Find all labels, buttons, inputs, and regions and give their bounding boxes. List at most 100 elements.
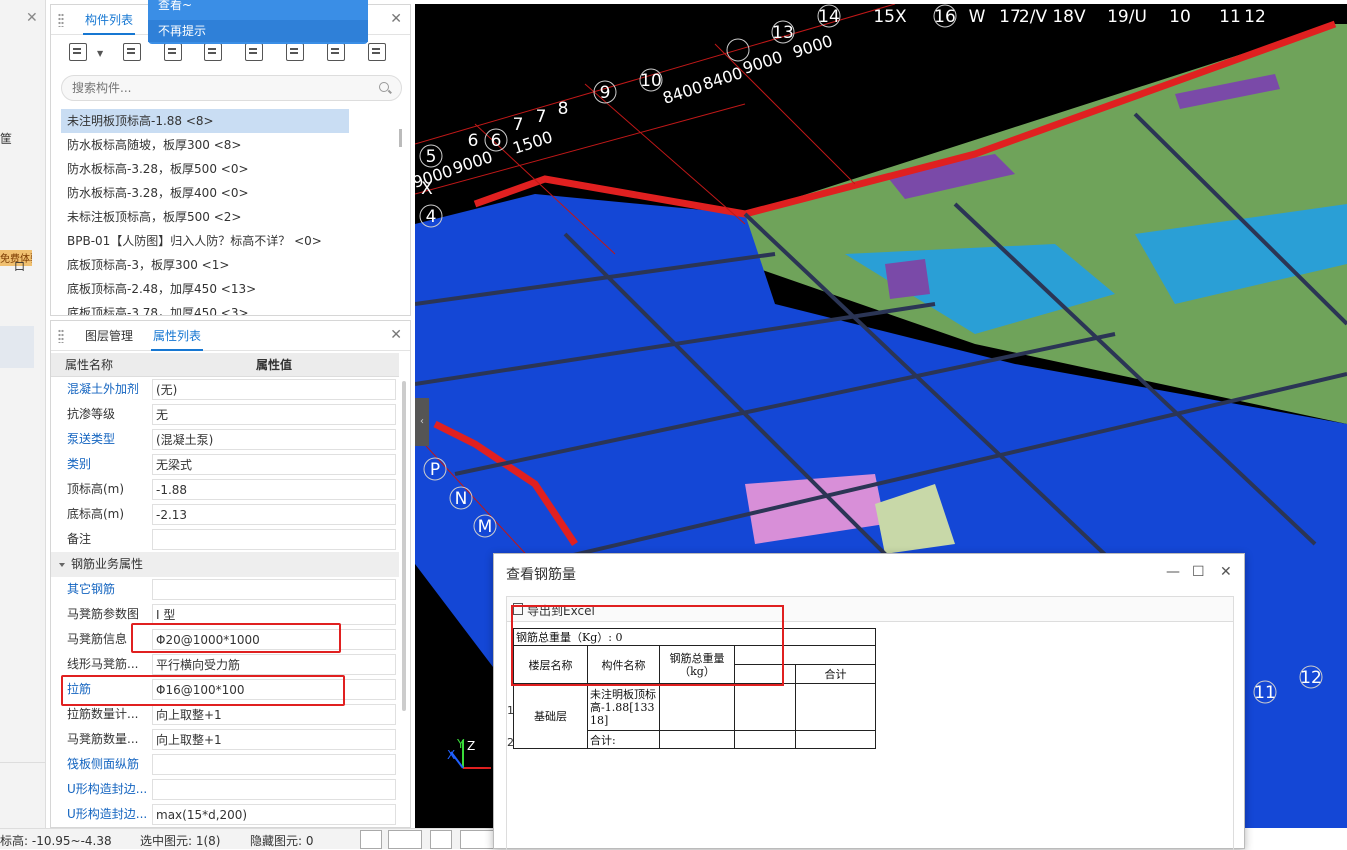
purple-area[interactable] (885, 259, 930, 299)
attribute-row[interactable]: 马凳筋数量... 向上取整+1 (51, 727, 399, 752)
attribute-name[interactable]: U形构造封边... (67, 777, 151, 802)
list-item[interactable]: 防水板标高-3.28，板厚400 <0> (61, 181, 401, 205)
attribute-name[interactable]: 类别 (67, 452, 151, 477)
copy-icon[interactable] (123, 43, 141, 61)
snap-corner-button[interactable] (360, 830, 382, 849)
attribute-name[interactable]: U形构造封边... (67, 802, 151, 827)
settings-icon[interactable] (368, 43, 386, 61)
attribute-name: 线形马凳筋... (67, 657, 139, 671)
attribute-value-field[interactable]: -1.88 (152, 479, 396, 500)
attribute-panel: 图层管理 属性列表 ✕ 属性名称 属性值 混凝土外加剂 (无) 抗渗等级无泵送类型(… (50, 320, 411, 828)
attribute-name[interactable]: 其它钢筋 (67, 577, 151, 602)
chevron-down-icon[interactable] (59, 563, 65, 567)
attribute-value-field[interactable]: (无) (152, 379, 396, 400)
list-item[interactable]: 底板顶标高-3，板厚300 <1> (61, 253, 401, 277)
attribute-value-field[interactable] (152, 754, 396, 775)
drag-handle-icon[interactable] (58, 13, 64, 27)
axis-label: 4 (426, 207, 437, 227)
axis-label: 7 (513, 115, 524, 135)
attribute-value-field[interactable]: I 型 (152, 604, 396, 625)
sum-cell[interactable] (795, 683, 876, 731)
attribute-value-field[interactable]: 无梁式 (152, 454, 396, 475)
list-scrollbar[interactable] (399, 129, 402, 147)
attribute-row[interactable]: 备注 (51, 527, 399, 552)
tip-text[interactable]: 查看~ (158, 0, 192, 13)
attribute-name[interactable]: 泵送类型 (67, 427, 151, 452)
filter-icon[interactable] (245, 43, 263, 61)
attribute-value-field[interactable] (152, 529, 396, 550)
axis-label: 19/U (1107, 7, 1147, 27)
select-mode-button[interactable] (388, 830, 422, 849)
search-input[interactable] (62, 76, 362, 100)
list-item[interactable]: 底板顶标高-2.48，加厚450 <13> (61, 277, 401, 301)
attribute-row[interactable]: 其它钢筋 (51, 577, 399, 602)
attribute-row[interactable]: 抗渗等级 无 (51, 402, 399, 427)
attribute-name[interactable]: 混凝土外加剂 (67, 377, 151, 402)
attribute-value-field[interactable]: max(15*d,200) (152, 804, 396, 825)
view-rebar-dialog: 查看钢筋量 — ☐ ✕ 导出到Excel 1 2 钢筋总重量（Kg）: 0 楼层… (493, 553, 1245, 850)
floor-cell[interactable]: 基础层 (513, 683, 588, 749)
attribute-value-field[interactable]: 向上取整+1 (152, 729, 396, 750)
chevron-down-icon[interactable]: ▼ (97, 49, 103, 58)
maximize-icon[interactable]: ☐ (1192, 564, 1205, 580)
attribute-value-field[interactable] (152, 779, 396, 800)
attribute-row[interactable]: 混凝土外加剂 (无) (51, 377, 399, 402)
tab-attribute-list[interactable]: 属性列表 (151, 321, 204, 351)
attribute-row[interactable]: 泵送类型 (混凝土泵) (51, 427, 399, 452)
search-icon[interactable] (379, 82, 389, 92)
tab-component-list[interactable]: 构件列表 (83, 5, 136, 35)
close-icon[interactable]: ✕ (390, 11, 402, 27)
data-cell[interactable] (659, 730, 735, 749)
list-item[interactable]: 防水板标高随坡，板厚300 <8> (61, 133, 401, 157)
attribute-value-field[interactable] (152, 579, 396, 600)
attribute-value-field[interactable]: -2.13 (152, 504, 396, 525)
dont-show-again-button[interactable]: 不再提示 (148, 20, 368, 42)
data-cell[interactable] (795, 730, 876, 749)
column-header-value: 属性值 (256, 358, 293, 372)
left-panel-selected-item[interactable] (0, 326, 34, 368)
attribute-rows-basic: 混凝土外加剂 (无) 抗渗等级 无泵送类型 (混凝土泵) 类别 无梁式 顶标高(m) -1.88… (51, 377, 399, 552)
component-search[interactable] (61, 75, 402, 101)
close-icon[interactable]: ✕ (1220, 564, 1232, 580)
cross-select-button[interactable] (430, 830, 452, 849)
list-item[interactable]: BPB-01【人防图】归入人防？标高不详？ <0> (61, 229, 401, 253)
collapse-panel-button[interactable]: ‹ (415, 398, 429, 446)
list-item[interactable]: 未注明板顶标高-1.88 <8> (61, 109, 349, 133)
attribute-value-field[interactable]: 无 (152, 404, 396, 425)
close-icon[interactable]: ✕ (26, 10, 38, 26)
angle-button[interactable] (460, 830, 494, 849)
new-component-icon[interactable] (69, 43, 87, 61)
drag-handle-icon[interactable] (58, 329, 64, 343)
data-cell[interactable] (734, 683, 796, 731)
attribute-row[interactable]: U形构造封边... max(15*d,200) (51, 802, 399, 827)
list-icon[interactable] (327, 43, 345, 61)
attribute-row[interactable]: 底标高(m) -2.13 (51, 502, 399, 527)
attribute-name: 备注 (67, 532, 92, 546)
attribute-row[interactable]: 类别 无梁式 (51, 452, 399, 477)
attribute-row[interactable]: U形构造封边... (51, 777, 399, 802)
close-icon[interactable]: ✕ (390, 327, 402, 343)
attribute-row[interactable]: 线形马凳筋... 平行横向受力筋 (51, 652, 399, 677)
list-item[interactable]: 底板顶标高-3.78，加厚450 <3> (61, 301, 401, 315)
axis-label: 10 (640, 71, 662, 91)
component-cell[interactable]: 未注明板顶标高-1.88[13318] (587, 683, 660, 731)
tab-layer-management[interactable]: 图层管理 (83, 321, 135, 351)
attribute-row[interactable]: 筏板侧面纵筋 (51, 752, 399, 777)
group-rebar-attributes[interactable]: 钢筋业务属性 (51, 552, 399, 577)
weight-cell[interactable] (659, 683, 735, 731)
list-item[interactable]: 未标注板顶标高，板厚500 <2> (61, 205, 401, 229)
edit-icon[interactable] (286, 43, 304, 61)
data-cell[interactable] (734, 730, 796, 749)
minimize-icon[interactable]: — (1166, 564, 1180, 580)
dim-text: 9000 (415, 161, 455, 192)
duplicate-icon[interactable] (204, 43, 222, 61)
attribute-name[interactable]: 筏板侧面纵筋 (67, 752, 151, 777)
attribute-row[interactable]: 顶标高(m) -1.88 (51, 477, 399, 502)
highlight-box (511, 605, 784, 686)
list-item[interactable]: 防水板标高-3.28，板厚500 <0> (61, 157, 401, 181)
attribute-value-field[interactable]: 向上取整+1 (152, 704, 396, 725)
attribute-value-field[interactable]: (混凝土泵) (152, 429, 396, 450)
attribute-value-field[interactable]: 平行横向受力筋 (152, 654, 396, 675)
delete-icon[interactable] (164, 43, 182, 61)
attribute-scrollbar[interactable] (402, 381, 406, 711)
